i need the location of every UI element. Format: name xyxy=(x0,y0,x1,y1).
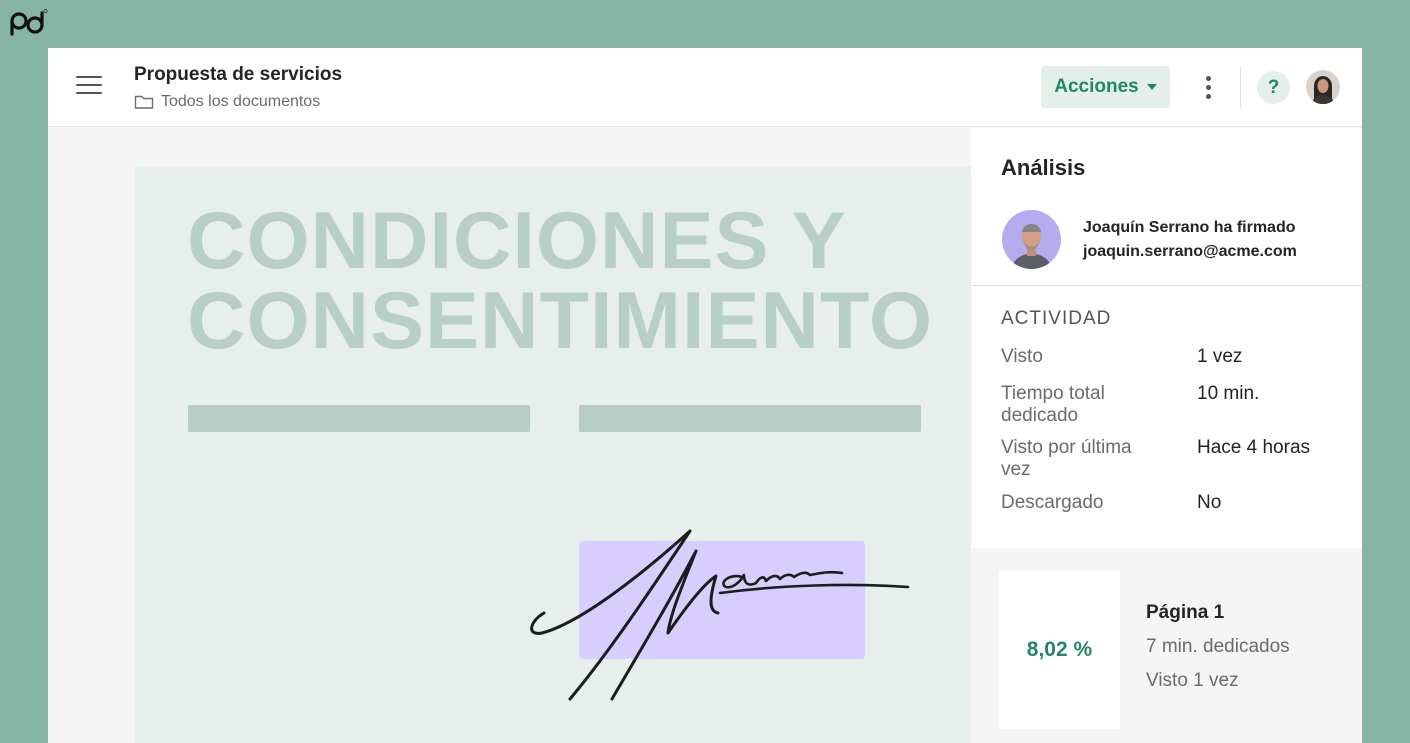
analytics-panel: Análisis Joaquín Serrano ha firmado joaq… xyxy=(971,128,1362,743)
breadcrumb-label: Todos los documentos xyxy=(161,93,321,110)
app-window: Propuesta de servicios Todos los documen… xyxy=(48,48,1362,743)
breadcrumb[interactable]: Todos los documentos xyxy=(134,93,320,111)
activity-label: Visto xyxy=(1001,346,1043,367)
top-bar: Propuesta de servicios Todos los documen… xyxy=(48,48,1362,127)
activity-label: Tiempo total dedicado xyxy=(1001,383,1105,426)
document-title: Propuesta de servicios xyxy=(134,64,343,85)
user-avatar[interactable] xyxy=(1306,70,1340,104)
activity-title: ACTIVIDAD xyxy=(1001,308,1112,329)
page-percent: 8,02 % xyxy=(1026,638,1093,661)
pandadoc-logo xyxy=(10,9,48,36)
page-label: Página 1 xyxy=(1146,602,1225,623)
activity-label: Visto por última vez xyxy=(1001,437,1132,480)
page-percent-card[interactable]: 8,02 % xyxy=(999,571,1120,729)
activity-value: 10 min. xyxy=(1197,383,1260,404)
text-placeholder-bar xyxy=(188,405,530,432)
panel-title: Análisis xyxy=(1001,155,1086,180)
document-preview: CONDICIONES Y CONSENTIMIENTO xyxy=(135,166,975,743)
document-heading-line: CONDICIONES Y xyxy=(187,196,847,286)
signer-avatar xyxy=(1002,210,1061,269)
activity-value: Hace 4 horas xyxy=(1197,437,1311,458)
folder-icon xyxy=(134,95,154,109)
page-stats-section: 8,02 % Página 1 7 min. dedicados Visto 1… xyxy=(971,548,1362,743)
activity-value: No xyxy=(1197,492,1222,513)
page-view-count: Visto 1 vez xyxy=(1146,670,1239,691)
kebab-menu-icon[interactable] xyxy=(1196,72,1220,102)
toolbar-divider xyxy=(1240,66,1241,108)
document-heading-line: CONSENTIMIENTO xyxy=(187,276,934,366)
actions-dropdown-button[interactable]: Acciones xyxy=(1041,66,1170,108)
handwritten-signature xyxy=(530,529,910,701)
document-heading: CONDICIONES Y CONSENTIMIENTO xyxy=(187,196,934,366)
actions-label: Acciones xyxy=(1054,76,1139,97)
signer-email: joaquin.serrano@acme.com xyxy=(1083,243,1297,260)
page-time-spent: 7 min. dedicados xyxy=(1146,636,1290,657)
activity-value: 1 vez xyxy=(1197,346,1243,367)
signer-status: Joaquín Serrano ha firmado xyxy=(1083,219,1296,236)
hamburger-menu-icon[interactable] xyxy=(76,76,102,100)
help-icon[interactable]: ? xyxy=(1257,71,1290,104)
activity-label: Descargado xyxy=(1001,492,1104,513)
text-placeholder-bar xyxy=(579,405,921,432)
caret-down-icon xyxy=(1146,84,1157,90)
panel-divider xyxy=(971,285,1362,286)
